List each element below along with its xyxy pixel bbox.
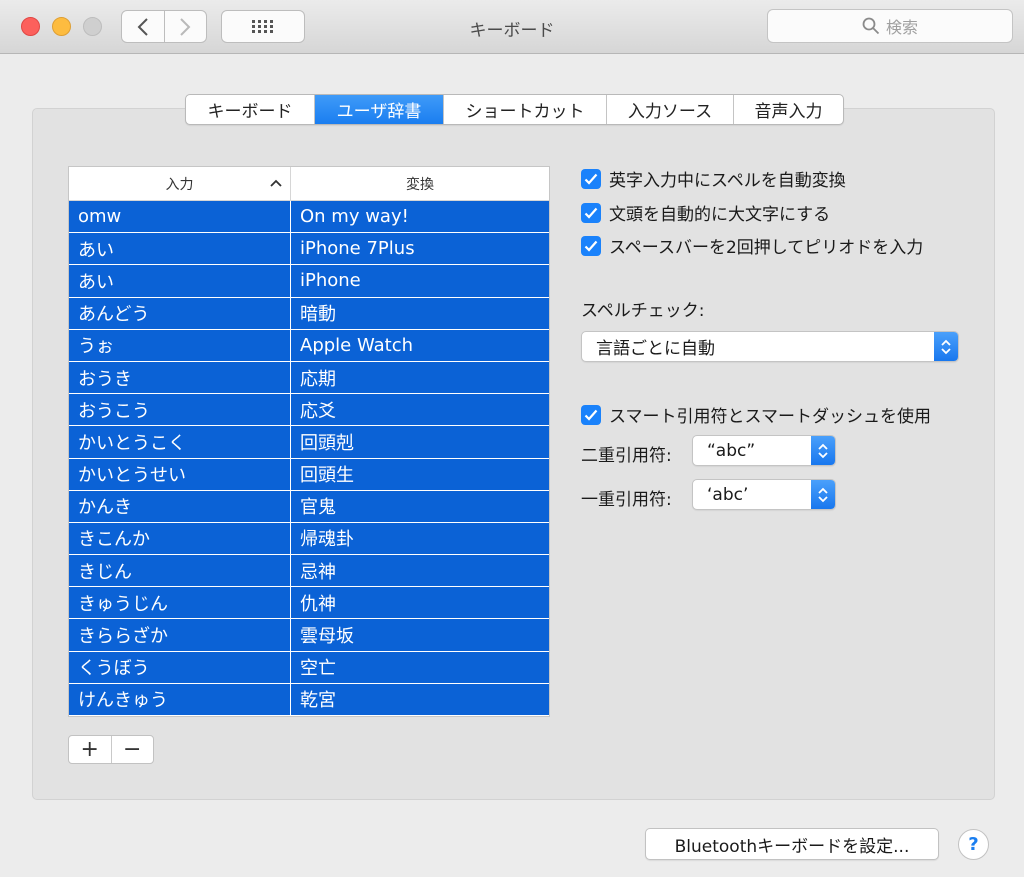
smart-quotes-checkbox[interactable] xyxy=(581,404,601,425)
auto-capitalize-option[interactable]: 文頭を自動的に大文字にする xyxy=(581,200,830,225)
auto-capitalize-checkbox[interactable] xyxy=(581,202,601,223)
add-remove-buttons: + − xyxy=(68,735,154,764)
tab-shortcuts[interactable]: ショートカット xyxy=(443,95,606,124)
table-row[interactable]: おうこう 応爻 xyxy=(69,394,549,427)
checkmark-icon xyxy=(584,240,598,252)
table-row[interactable]: かいとうこく 回頭剋 xyxy=(69,426,549,459)
updown-arrows-icon xyxy=(811,436,835,465)
updown-arrows-icon xyxy=(811,480,835,509)
tab-keyboard[interactable]: キーボード xyxy=(186,95,314,124)
auto-correct-label: 英字入力中にスペルを自動変換 xyxy=(609,171,846,191)
single-quote-label: 一重引用符: xyxy=(581,490,672,510)
spell-check-popup[interactable]: 言語ごとに自動 xyxy=(581,331,959,362)
double-space-period-label: スペースバーを2回押してピリオドを入力 xyxy=(609,238,924,258)
single-quote-popup[interactable]: ‘abc’ xyxy=(692,479,836,510)
table-row[interactable]: きららざか 雲母坂 xyxy=(69,619,549,652)
search-placeholder: 検索 xyxy=(885,18,918,37)
dictionary-table: 入力 変換 omw On my way! あい iPhone 7Plus あい iPh… xyxy=(68,166,550,717)
sort-ascending-icon xyxy=(270,176,282,190)
auto-correct-checkbox[interactable] xyxy=(581,168,601,189)
double-quote-value: “abc” xyxy=(707,440,756,461)
column-header-conversion[interactable]: 変換 xyxy=(291,167,549,200)
search-field[interactable]: 検索 xyxy=(767,9,1013,43)
checkmark-icon xyxy=(584,409,598,421)
tab-input-sources[interactable]: 入力ソース xyxy=(606,95,733,124)
setup-bluetooth-keyboard-button[interactable]: Bluetoothキーボードを設定... xyxy=(645,828,939,860)
table-row[interactable]: あんどう 暗動 xyxy=(69,297,549,330)
table-row[interactable]: あい iPhone xyxy=(69,265,549,298)
spell-check-value: 言語ごとに自動 xyxy=(596,339,715,359)
single-quote-value: ‘abc’ xyxy=(707,484,749,505)
table-row[interactable]: うぉ Apple Watch xyxy=(69,329,549,362)
table-row[interactable]: かんき 官鬼 xyxy=(69,490,549,523)
double-quote-label: 二重引用符: xyxy=(581,446,672,466)
table-row[interactable]: おうき 応期 xyxy=(69,361,549,395)
table-row[interactable]: きゅうじん 仇神 xyxy=(69,587,549,620)
smart-quotes-option[interactable]: スマート引用符とスマートダッシュを使用 xyxy=(581,402,931,427)
tab-user-dictionary[interactable]: ユーザ辞書 xyxy=(314,95,443,124)
updown-arrows-icon xyxy=(934,332,958,361)
search-icon xyxy=(862,17,880,35)
help-button[interactable]: ? xyxy=(958,829,989,860)
double-quote-popup[interactable]: “abc” xyxy=(692,435,836,466)
table-body: omw On my way! あい iPhone 7Plus あい iPhone あん… xyxy=(69,201,549,716)
auto-capitalize-label: 文頭を自動的に大文字にする xyxy=(609,205,831,225)
table-row[interactable]: あい iPhone 7Plus xyxy=(69,233,549,266)
double-space-period-checkbox[interactable] xyxy=(581,235,601,256)
column-header-input[interactable]: 入力 xyxy=(69,167,291,200)
tab-bar: キーボード ユーザ辞書 ショートカット 入力ソース 音声入力 xyxy=(185,94,844,125)
table-row[interactable]: きじん 忌神 xyxy=(69,555,549,588)
table-header: 入力 変換 xyxy=(69,167,549,201)
checkmark-icon xyxy=(584,207,598,219)
table-row[interactable]: くうぼう 空亡 xyxy=(69,651,549,684)
table-row[interactable]: きこんか 帰魂卦 xyxy=(69,522,549,556)
checkmark-icon xyxy=(584,173,598,185)
tab-dictation[interactable]: 音声入力 xyxy=(733,95,843,124)
remove-entry-button[interactable]: − xyxy=(110,736,154,763)
table-row[interactable]: けんきゅう 乾宮 xyxy=(69,683,549,716)
table-row[interactable]: omw On my way! xyxy=(69,201,549,234)
double-space-period-option[interactable]: スペースバーを2回押してピリオドを入力 xyxy=(581,233,923,258)
add-entry-button[interactable]: + xyxy=(69,736,111,763)
smart-quotes-label: スマート引用符とスマートダッシュを使用 xyxy=(609,407,931,427)
auto-correct-option[interactable]: 英字入力中にスペルを自動変換 xyxy=(581,166,846,191)
spell-check-label: スペルチェック: xyxy=(581,301,705,321)
table-row[interactable]: かいとうせい 回頭生 xyxy=(69,458,549,491)
title-bar: キーボード 検索 xyxy=(0,0,1024,54)
